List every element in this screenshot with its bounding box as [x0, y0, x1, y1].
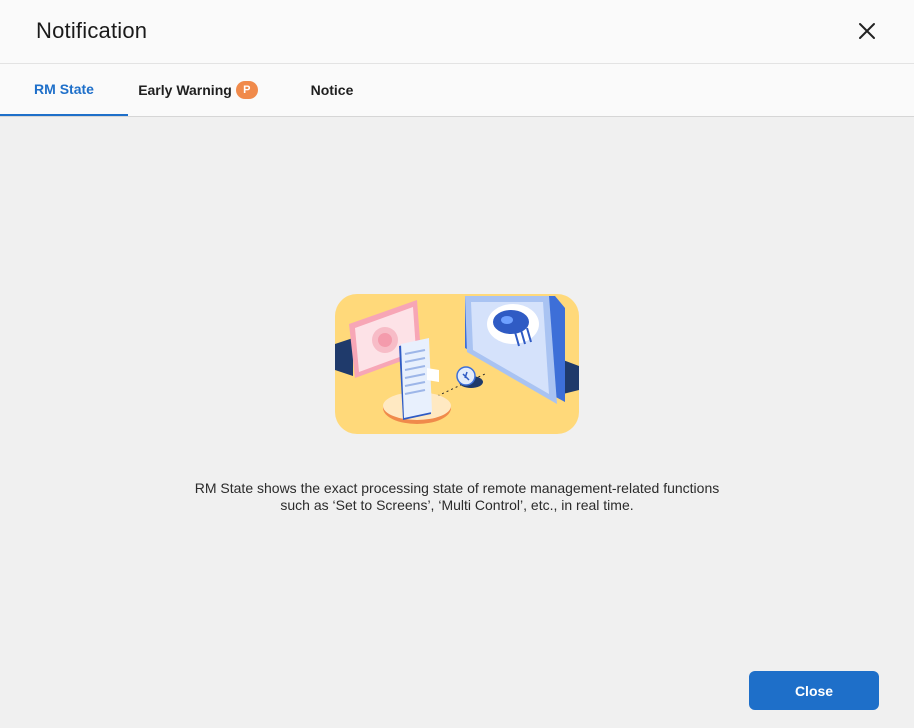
remote-management-illustration [335, 294, 579, 434]
close-icon[interactable] [856, 20, 878, 42]
premium-badge: P [235, 81, 258, 99]
tab-label: Early Warning [138, 82, 232, 98]
rm-state-description: RM State shows the exact processing stat… [0, 480, 914, 514]
tab-early-warning[interactable]: Early Warning P [128, 64, 268, 116]
description-line: RM State shows the exact processing stat… [194, 480, 720, 496]
tab-label: Notice [310, 82, 354, 98]
tab-rm-state[interactable]: RM State [0, 64, 128, 116]
description-line: such as ‘Set to Screens’, ‘Multi Control… [280, 497, 634, 513]
tab-bar: RM State Early Warning P Notice [0, 64, 914, 117]
tab-notice[interactable]: Notice [268, 64, 396, 116]
dialog-title: Notification [36, 18, 148, 43]
notification-dialog: Notification RM State Early Warning P No… [0, 0, 914, 728]
tab-label: RM State [34, 81, 94, 97]
close-button[interactable]: Close [749, 671, 879, 710]
dialog-header: Notification [0, 0, 914, 64]
